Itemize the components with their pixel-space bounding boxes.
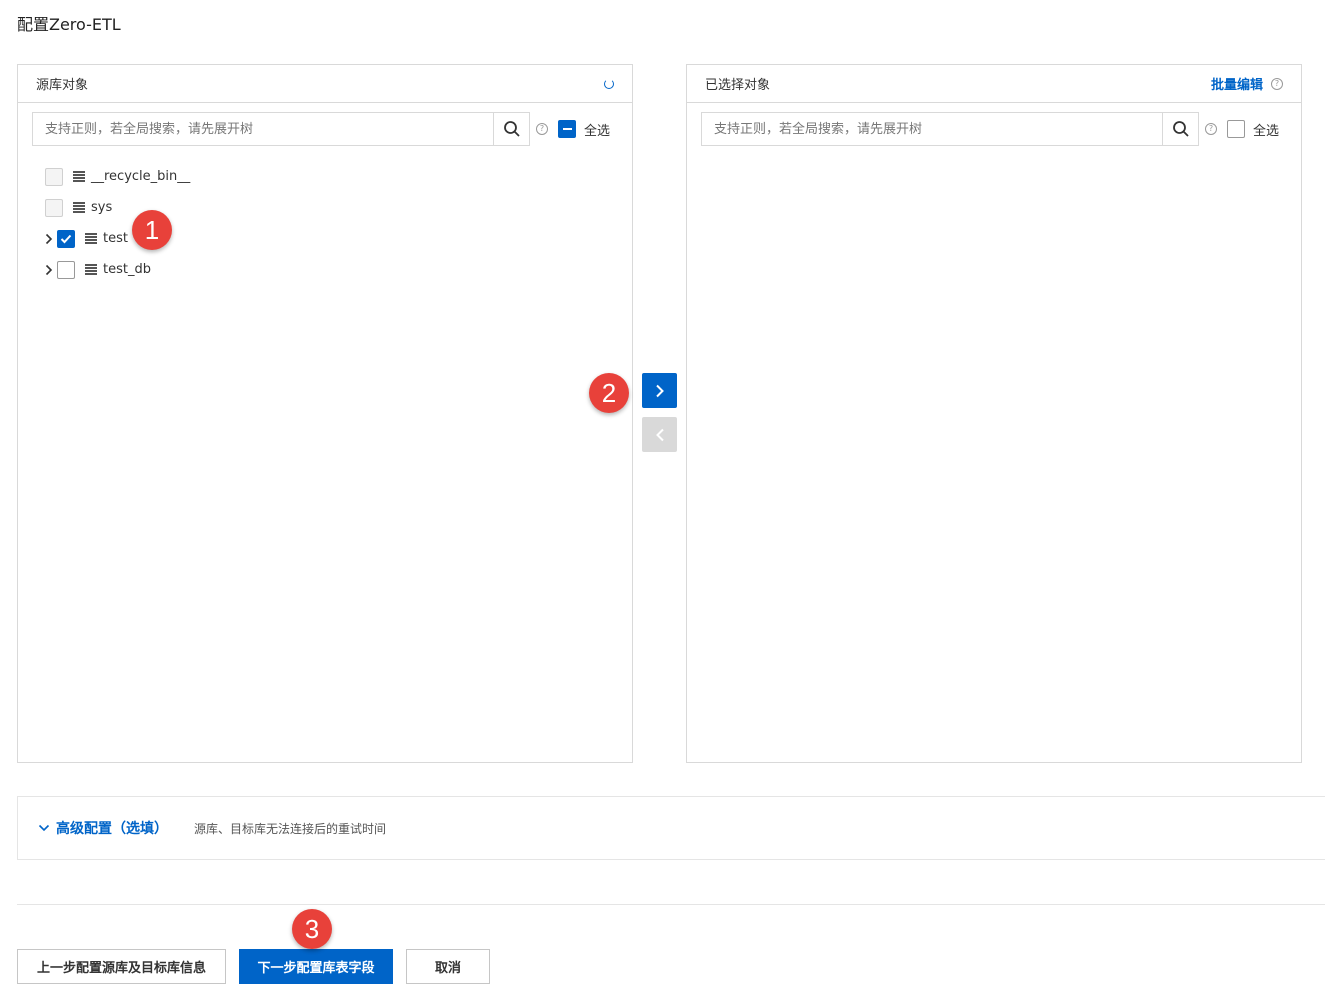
selected-search-row: ? 全选 [701,112,1287,146]
refresh-icon[interactable] [604,78,614,89]
advanced-config-section: 高级配置（选填） 源库、目标库无法连接后的重试时间 [17,796,1325,860]
source-search-row: ? 全选 [32,112,618,146]
selected-search-button[interactable] [1162,113,1198,145]
database-icon [85,264,97,275]
selected-search-box [701,112,1199,146]
advanced-config-label: 高级配置（选填） [56,821,168,837]
selected-panel-title: 已选择对象 [705,78,771,93]
tree-item-checkbox[interactable] [57,260,75,279]
chevron-right-icon [655,384,664,397]
source-panel-header: 源库对象 [18,65,632,103]
source-search-button[interactable] [493,113,529,145]
tree-item-test-db[interactable]: test_db [42,254,190,285]
database-icon [73,171,85,182]
check-icon [60,234,72,243]
search-icon [1172,121,1189,137]
footer-divider [17,904,1325,905]
step-badge-3: 3 [292,909,332,949]
database-icon [73,202,85,213]
tree-item-recycle-bin[interactable]: __recycle_bin__ [42,161,190,192]
move-left-button[interactable] [642,417,677,452]
advanced-config-description: 源库、目标库无法连接后的重试时间 [194,821,387,836]
tree-item-checkbox [45,167,63,186]
prev-step-button[interactable]: 上一步配置源库及目标库信息 [17,949,226,984]
chevron-left-icon [655,428,664,441]
selected-objects-panel: 已选择对象 批量编辑 ? ? 全选 [686,64,1302,763]
help-icon[interactable]: ? [1205,123,1217,135]
cancel-button[interactable]: 取消 [406,949,490,984]
source-objects-panel: 源库对象 ? 全选 __recycle_bin__ sys [17,64,633,763]
step-badge-1: 1 [132,210,172,250]
move-right-button[interactable] [642,373,677,408]
step-badge-2: 2 [589,373,629,413]
tree-item-label: sys [91,200,113,215]
chevron-right-icon[interactable] [42,232,56,246]
source-select-all[interactable]: 全选 [558,120,610,139]
tree-item-checkbox [45,198,63,217]
tree-item-label: __recycle_bin__ [91,169,191,184]
chevron-down-icon [38,824,50,832]
next-step-button[interactable]: 下一步配置库表字段 [239,949,393,984]
selected-panel-header: 已选择对象 批量编辑 ? [687,65,1301,103]
page-title: 配置Zero-ETL [17,15,121,34]
selected-search-input[interactable] [702,113,1162,145]
selected-select-all-checkbox[interactable] [1227,120,1245,138]
tree-item-label: test_db [103,262,151,277]
selected-select-all[interactable]: 全选 [1227,120,1279,139]
help-icon[interactable]: ? [536,123,548,135]
batch-edit-link[interactable]: 批量编辑 [1211,74,1263,93]
source-panel-title: 源库对象 [36,78,89,93]
database-icon [85,233,97,244]
search-icon [503,121,520,137]
source-search-box [32,112,530,146]
source-select-all-checkbox[interactable] [558,120,576,138]
source-select-all-label: 全选 [584,123,611,139]
advanced-config-toggle[interactable]: 高级配置（选填） [38,818,168,838]
tree-item-checkbox[interactable] [57,229,75,248]
tree-item-label: test [103,231,128,246]
chevron-right-icon[interactable] [42,263,56,277]
selected-panel-actions: 批量编辑 ? [1211,74,1283,93]
help-icon[interactable]: ? [1271,77,1283,90]
selected-select-all-label: 全选 [1253,123,1280,139]
source-search-input[interactable] [33,113,493,145]
